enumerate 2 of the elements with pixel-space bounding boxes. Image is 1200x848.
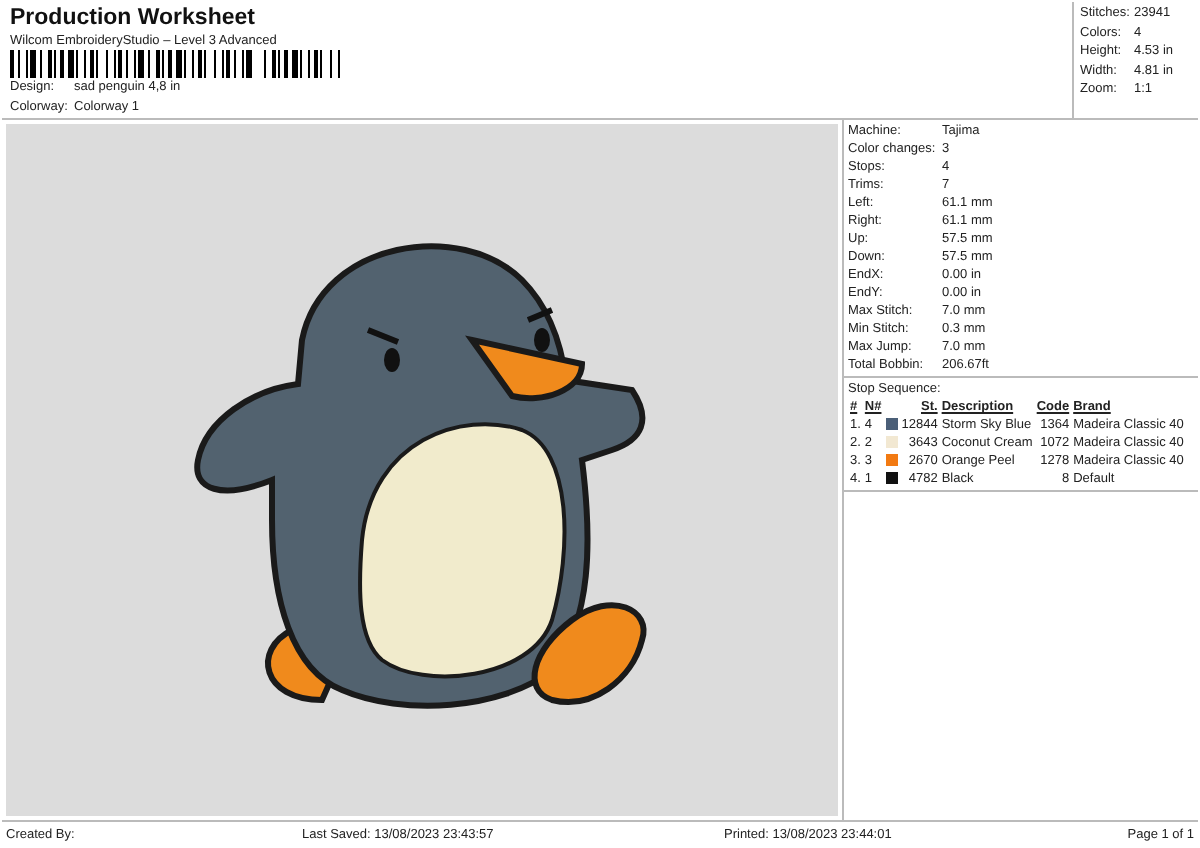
worksheet-title: Production Worksheet [10,4,257,32]
barcode-icon [10,50,342,78]
